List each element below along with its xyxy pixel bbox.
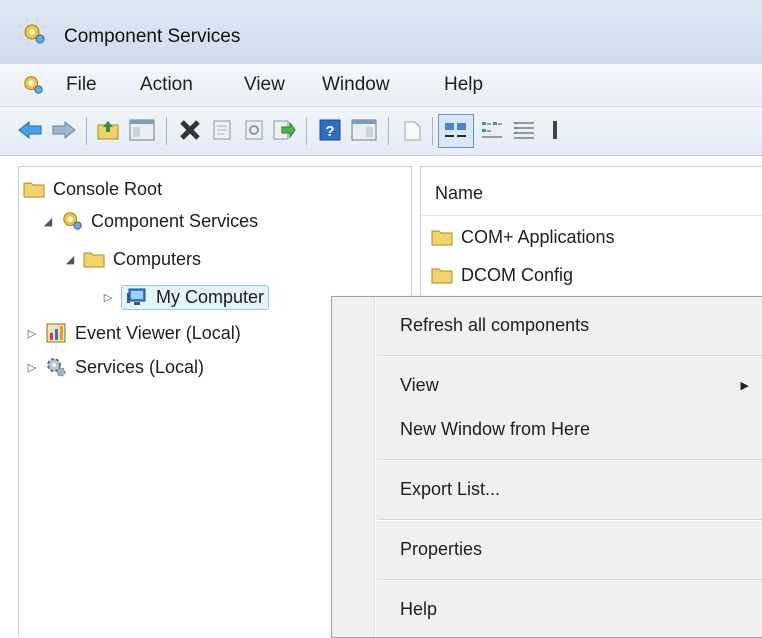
- folder-icon: [431, 227, 453, 247]
- show-hide-tree-button[interactable]: [128, 116, 156, 144]
- folder-icon: [23, 179, 45, 199]
- svg-text:?: ?: [325, 123, 334, 140]
- large-icons-view-icon: [445, 123, 466, 137]
- menu-action[interactable]: Action: [140, 74, 193, 96]
- list-item-label: COM+ Applications: [461, 226, 615, 247]
- properties-icon: [213, 120, 231, 140]
- list-view-icon: [514, 122, 534, 139]
- collapsed-triangle-icon[interactable]: ▷: [25, 327, 39, 340]
- tree-item-computers[interactable]: ◢ Computers: [63, 245, 201, 273]
- export-list-button[interactable]: [270, 116, 298, 144]
- show-hide-tree-icon: [129, 119, 155, 141]
- menu-item-refresh-all-components[interactable]: Refresh all components: [400, 315, 589, 336]
- submenu-arrow-icon: ▶: [740, 380, 749, 392]
- menu-separator: [378, 579, 762, 581]
- properties-button[interactable]: [208, 116, 236, 144]
- toolbar: ?: [0, 107, 762, 156]
- tree-item-console-root[interactable]: Console Root: [23, 175, 162, 203]
- menu-file[interactable]: File: [66, 74, 97, 96]
- menu-separator: [378, 355, 762, 357]
- tree-item-label: Component Services: [91, 210, 259, 231]
- list-item[interactable]: DCOM Config: [431, 261, 573, 289]
- details-view-icon: [553, 121, 557, 139]
- large-icons-view-button[interactable]: [438, 114, 474, 148]
- menu-item-view[interactable]: View: [400, 375, 439, 396]
- export-icon: [273, 120, 296, 140]
- context-menu: Refresh all components View ▶ New Window…: [331, 296, 762, 638]
- list-item-label: DCOM Config: [461, 264, 574, 285]
- component-services-icon: [24, 24, 45, 44]
- new-button[interactable]: [398, 116, 426, 144]
- show-hide-action-pane-button[interactable]: [350, 116, 378, 144]
- tree-item-label: Event Viewer (Local): [75, 322, 241, 343]
- column-header-name[interactable]: Name: [421, 167, 762, 216]
- collapsed-triangle-icon[interactable]: ▷: [25, 361, 39, 374]
- list-view-button[interactable]: [510, 116, 538, 144]
- tree-item-component-services[interactable]: ◢ Component Services: [41, 207, 258, 235]
- tree-item-event-viewer[interactable]: ▷ Event Viewer (Local): [25, 319, 241, 347]
- computer-icon: [126, 287, 148, 307]
- details-view-button[interactable]: [542, 116, 570, 144]
- menu-separator: [378, 459, 762, 461]
- window-title: Component Services: [64, 26, 241, 47]
- collapsed-triangle-icon[interactable]: ▷: [101, 291, 115, 304]
- folder-icon: [431, 265, 453, 285]
- tree-item-my-computer[interactable]: ▷ My Computer: [101, 283, 270, 311]
- menu-item-help[interactable]: Help: [400, 599, 437, 620]
- refresh-icon: [245, 120, 263, 140]
- event-viewer-icon: [45, 323, 67, 343]
- back-button[interactable]: [16, 116, 44, 144]
- tree-item-label: Services (Local): [75, 356, 205, 377]
- menu-separator: [378, 519, 762, 521]
- menu-item-properties[interactable]: Properties: [400, 539, 482, 560]
- menu-window[interactable]: Window: [322, 74, 390, 96]
- back-arrow-icon: [18, 120, 42, 140]
- forward-arrow-icon: [52, 120, 76, 140]
- menu-view[interactable]: View: [244, 74, 285, 96]
- menu-bar: File Action View Window Help: [0, 64, 762, 107]
- menu-item-export-list[interactable]: Export List...: [400, 479, 500, 500]
- menu-item-new-window-from-here[interactable]: New Window from Here: [400, 419, 590, 440]
- title-bar: Component Services: [0, 0, 762, 64]
- delete-icon: [180, 120, 200, 140]
- services-gear-icon: [45, 357, 67, 377]
- show-hide-action-pane-icon: [351, 119, 377, 141]
- expanded-triangle-icon[interactable]: ◢: [63, 253, 77, 266]
- tree-item-label: Console Root: [53, 178, 163, 199]
- up-folder-icon: [97, 121, 119, 140]
- selected-node[interactable]: My Computer: [121, 284, 270, 310]
- refresh-button[interactable]: [240, 116, 268, 144]
- small-icons-view-icon: [482, 122, 502, 138]
- small-icons-view-button[interactable]: [478, 116, 506, 144]
- menu-help[interactable]: Help: [444, 74, 483, 96]
- up-level-button[interactable]: [94, 116, 122, 144]
- column-header-label: Name: [435, 183, 484, 203]
- delete-button[interactable]: [176, 116, 204, 144]
- forward-button[interactable]: [50, 116, 78, 144]
- list-item[interactable]: COM+ Applications: [431, 223, 615, 251]
- help-icon: ?: [319, 119, 341, 141]
- tree-item-label: My Computer: [156, 286, 265, 307]
- folder-icon: [83, 249, 105, 269]
- help-button[interactable]: ?: [316, 116, 344, 144]
- new-icon: [404, 121, 421, 141]
- tree-item-services[interactable]: ▷ Services (Local): [25, 353, 204, 381]
- system-menu-icon[interactable]: [22, 74, 44, 96]
- expanded-triangle-icon[interactable]: ◢: [41, 215, 55, 228]
- component-services-icon: [61, 211, 83, 231]
- tree-item-label: Computers: [113, 248, 202, 269]
